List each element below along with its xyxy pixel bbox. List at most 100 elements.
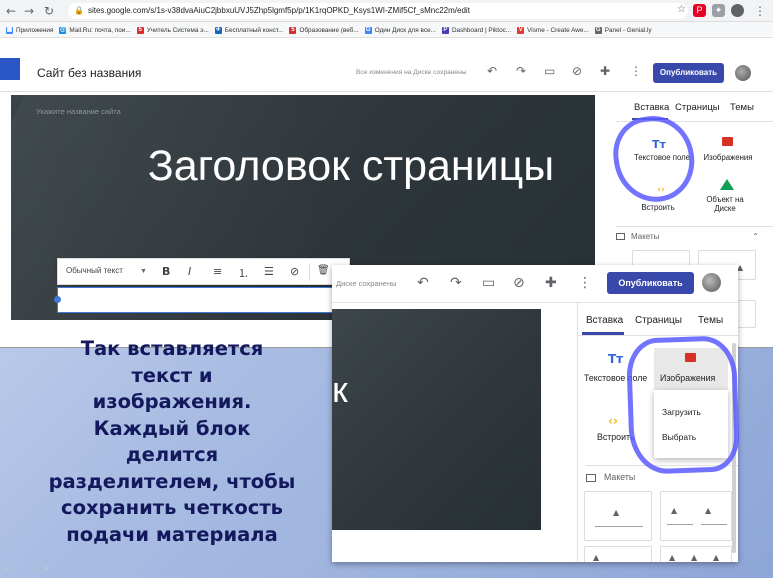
text-box-icon[interactable]: Tт	[608, 352, 623, 366]
bookmark-item[interactable]: G Один Диск для все...	[364, 23, 436, 38]
link-icon[interactable]: ⊘	[513, 275, 525, 291]
layouts-icon	[616, 233, 625, 241]
page-header-canvas[interactable]: к	[332, 309, 541, 530]
bookmark-label: Один Диск для все...	[374, 26, 436, 34]
embed-label[interactable]: Встроить	[638, 203, 678, 212]
picture-icon: ▲	[613, 508, 620, 517]
undo-icon[interactable]: ↶	[417, 275, 429, 291]
zoomed-editor-header: Диске сохранены ↶ ↷ ▭ ⊘ ✚ ⋮ Опубликовать	[332, 265, 738, 303]
bulleted-list-button[interactable]: ☰	[264, 265, 274, 278]
italic-button[interactable]: I	[188, 265, 191, 278]
caption-line: Каждый блок	[93, 416, 251, 440]
tab-themes[interactable]: Темы	[730, 102, 754, 113]
page-heading-fragment: к	[332, 369, 348, 410]
caption-line: Так вставляется	[80, 337, 264, 360]
bookmark-item[interactable]: ▦ Приложения	[6, 23, 53, 38]
layout-thumbnail[interactable]: ▲	[584, 546, 652, 562]
bold-button[interactable]: B	[162, 265, 170, 278]
profile-icon[interactable]	[731, 4, 744, 17]
bookmark-label: Образование (веб...	[299, 26, 359, 34]
sites-logo-strip	[0, 58, 20, 80]
bookmark-item[interactable]: 5 Образование (веб...	[289, 23, 359, 38]
bookmark-favicon-icon: @	[59, 27, 67, 34]
avatar[interactable]	[735, 65, 751, 81]
preview-icon[interactable]: ▭	[544, 64, 555, 78]
align-button[interactable]: ≡	[213, 265, 222, 278]
publish-button[interactable]: Опубликовать	[653, 63, 724, 83]
link-icon[interactable]: ⊘	[572, 64, 582, 78]
paragraph-style-dropdown[interactable]: Обычный текст	[66, 266, 123, 275]
bookmark-label: Бесплатный конст...	[224, 26, 284, 34]
embed-icon[interactable]: ‹›	[608, 414, 618, 428]
bookmark-item[interactable]: V Visme - Create Awe...	[517, 23, 589, 38]
layouts-section[interactable]: Макеты ⌃	[616, 226, 773, 246]
bookmark-label: Mail.Ru: почта, пои...	[69, 26, 131, 34]
caption-line: изображения.	[92, 390, 252, 413]
preview-icon[interactable]: ▭	[482, 275, 495, 291]
address-bar[interactable]: 🔒 sites.google.com/s/1s-v38dvaAiuC2jbbxuU…	[68, 3, 688, 19]
pinterest-extension-icon[interactable]: P	[693, 4, 706, 17]
bookmark-item[interactable]: P Dashboard | Piktoc...	[441, 23, 511, 38]
bookmark-favicon-icon: 5	[289, 27, 297, 34]
share-icon[interactable]: ✚	[600, 64, 610, 78]
more-icon[interactable]: ⋮	[578, 275, 592, 291]
avatar[interactable]	[702, 273, 721, 292]
text-box-field[interactable]	[57, 287, 333, 313]
reload-icon[interactable]: ↻	[44, 4, 54, 18]
image-icon[interactable]	[722, 137, 733, 146]
save-status: Диске сохранены	[336, 279, 397, 288]
text-format-toolbar: Обычный текст ▼ B I ≡ ⒈ ☰ ⊘ 🗑	[57, 258, 350, 285]
sites-editor-header: Сайт без названия Все изменения на Диске…	[0, 38, 773, 92]
bookmark-star-icon[interactable]: ☆	[677, 4, 686, 15]
drive-icon[interactable]	[720, 179, 734, 190]
delete-button[interactable]: 🗑	[317, 265, 330, 276]
undo-icon[interactable]: ↶	[487, 64, 497, 78]
bookmark-item[interactable]: 5 Учитель Система э...	[136, 23, 209, 38]
bookmark-label: Panel - Genial.ly	[604, 26, 652, 34]
layout-thumbnail[interactable]: ▲ ▲ ▲	[660, 546, 732, 562]
page-heading[interactable]: Заголовок страницы	[141, 143, 561, 189]
images-label[interactable]: Изображения	[700, 153, 756, 162]
layout-thumbnail[interactable]: ▲	[584, 491, 652, 541]
layouts-label: Макеты	[631, 232, 660, 241]
chevron-up-icon[interactable]: ⌃	[752, 227, 759, 247]
browser-menu-icon[interactable]: ⋮	[754, 4, 766, 18]
tab-themes[interactable]: Темы	[698, 315, 723, 326]
redo-icon[interactable]: ↷	[450, 275, 462, 291]
publish-button[interactable]: Опубликовать	[607, 272, 694, 294]
chevron-down-icon[interactable]: ▼	[140, 268, 147, 275]
extension-icon[interactable]: ✦	[712, 4, 725, 17]
back-arrow-icon[interactable]: ←	[6, 4, 16, 18]
slide-controls[interactable]: ◂ ◸ ▭ ▸	[2, 563, 52, 574]
picture-icon: ▲	[671, 506, 678, 515]
redo-icon[interactable]: ↷	[516, 64, 526, 78]
tab-insert[interactable]: Вставка	[586, 315, 623, 326]
drive-object-label[interactable]: Объект на Диске	[702, 195, 748, 213]
bookmark-favicon-icon: G	[594, 27, 602, 34]
bookmark-favicon-icon: ✈	[214, 27, 222, 34]
numbered-list-button[interactable]: ⒈	[238, 265, 249, 281]
bookmark-favicon-icon: ▦	[6, 27, 13, 34]
picture-icon: ▲	[669, 553, 676, 562]
tab-pages[interactable]: Страницы	[675, 102, 720, 113]
layout-thumbnail[interactable]: ▲ ▲	[660, 491, 732, 541]
forward-arrow-icon[interactable]: →	[24, 4, 34, 18]
tab-pages[interactable]: Страницы	[635, 315, 682, 326]
bookmark-item[interactable]: G Panel - Genial.ly	[594, 23, 652, 38]
caption-line: делится	[125, 443, 219, 466]
share-icon[interactable]: ✚	[545, 275, 557, 291]
site-name-placeholder[interactable]: Укажите название сайта	[36, 107, 121, 116]
more-icon[interactable]: ⋮	[630, 64, 642, 78]
picture-icon: ▲	[593, 553, 600, 562]
tab-insert[interactable]: Вставка	[634, 102, 669, 113]
link-button[interactable]: ⊘	[290, 265, 299, 278]
site-title[interactable]: Сайт без названия	[37, 66, 141, 80]
bookmark-item[interactable]: @ Mail.Ru: почта, пои...	[59, 23, 131, 38]
resize-handle[interactable]	[54, 296, 61, 303]
text-line	[701, 524, 727, 525]
browser-toolbar: ← → ↻ 🔒 sites.google.com/s/1s-v38dvaAiuC2…	[0, 0, 773, 22]
slide-caption: Так вставляется текст и изображения. Каж…	[22, 336, 322, 548]
lock-icon: 🔒	[74, 6, 84, 15]
bookmark-favicon-icon: 5	[136, 27, 144, 34]
bookmark-item[interactable]: ✈ Бесплатный конст...	[214, 23, 284, 38]
